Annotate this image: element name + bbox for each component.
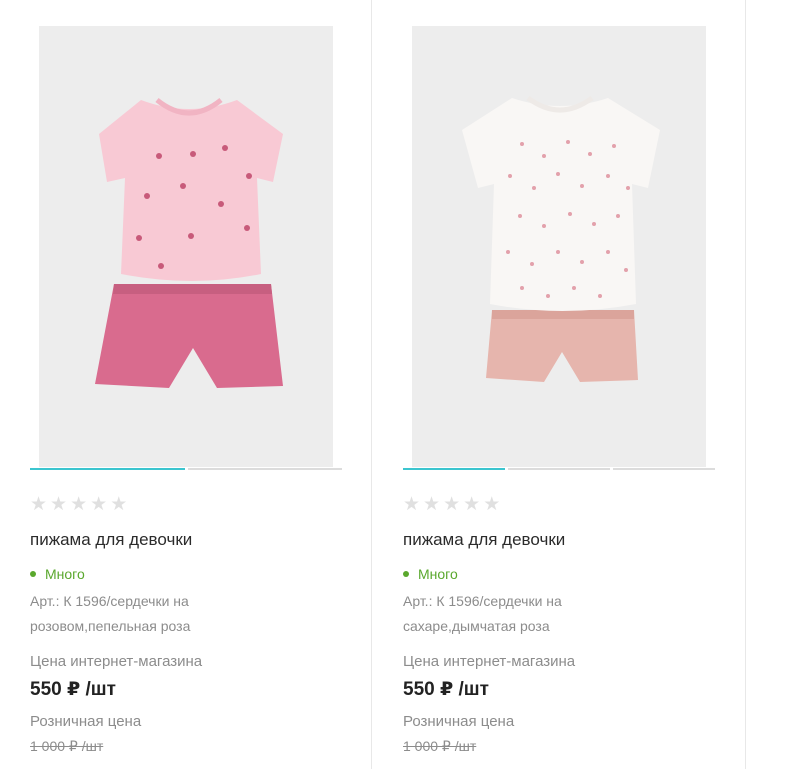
retail-price-label: Розничная цена bbox=[30, 713, 142, 730]
star-icon[interactable]: ★ bbox=[423, 494, 440, 516]
article-number: Арт.: К 1596/сердечки на розовом,пепельн… bbox=[30, 593, 191, 634]
stock-status: Много bbox=[30, 566, 85, 582]
product-card[interactable]: ★ ★ ★ ★ ★ пижама для девочки Много Арт.:… bbox=[401, 0, 745, 769]
stock-label: Много bbox=[45, 566, 85, 582]
star-icon[interactable]: ★ bbox=[30, 494, 47, 516]
image-slider[interactable] bbox=[403, 468, 715, 470]
stock-dot-icon bbox=[403, 571, 409, 577]
slider-segment[interactable] bbox=[508, 468, 610, 470]
online-price: 550 ₽ /шт bbox=[30, 679, 116, 700]
star-icon[interactable]: ★ bbox=[70, 494, 87, 516]
product-title[interactable]: пижама для девочки bbox=[30, 530, 192, 550]
rating-stars[interactable]: ★ ★ ★ ★ ★ bbox=[30, 494, 127, 516]
stock-dot-icon bbox=[30, 571, 36, 577]
stock-status: Много bbox=[403, 566, 458, 582]
card-divider bbox=[371, 0, 372, 769]
card-divider bbox=[745, 0, 746, 769]
retail-price: 1 000 ₽ /шт bbox=[403, 738, 477, 754]
retail-price-label: Розничная цена bbox=[403, 713, 515, 730]
rating-stars[interactable]: ★ ★ ★ ★ ★ bbox=[403, 494, 500, 516]
slider-segment[interactable] bbox=[187, 468, 342, 470]
star-icon[interactable]: ★ bbox=[90, 494, 107, 516]
online-price: 550 ₽ /шт bbox=[403, 679, 489, 700]
slider-segment[interactable] bbox=[403, 468, 505, 470]
star-icon[interactable]: ★ bbox=[50, 494, 67, 516]
star-icon[interactable]: ★ bbox=[483, 494, 500, 516]
product-title[interactable]: пижама для девочки bbox=[403, 530, 565, 550]
star-icon[interactable]: ★ bbox=[403, 494, 420, 516]
product-image[interactable] bbox=[412, 26, 706, 467]
star-icon[interactable]: ★ bbox=[110, 494, 127, 516]
product-card[interactable]: ★ ★ ★ ★ ★ пижама для девочки Много Арт.:… bbox=[28, 0, 372, 769]
slider-segment[interactable] bbox=[613, 468, 715, 470]
product-image[interactable] bbox=[39, 26, 333, 467]
online-price-label: Цена интернет-магазина bbox=[403, 653, 576, 670]
star-icon[interactable]: ★ bbox=[443, 494, 460, 516]
article-number: Арт.: К 1596/сердечки на сахаре,дымчатая… bbox=[403, 593, 562, 634]
retail-price: 1 000 ₽ /шт bbox=[30, 738, 104, 754]
online-price-label: Цена интернет-магазина bbox=[30, 653, 203, 670]
image-slider[interactable] bbox=[30, 468, 342, 470]
stock-label: Много bbox=[418, 566, 458, 582]
star-icon[interactable]: ★ bbox=[463, 494, 480, 516]
slider-segment[interactable] bbox=[30, 468, 185, 470]
